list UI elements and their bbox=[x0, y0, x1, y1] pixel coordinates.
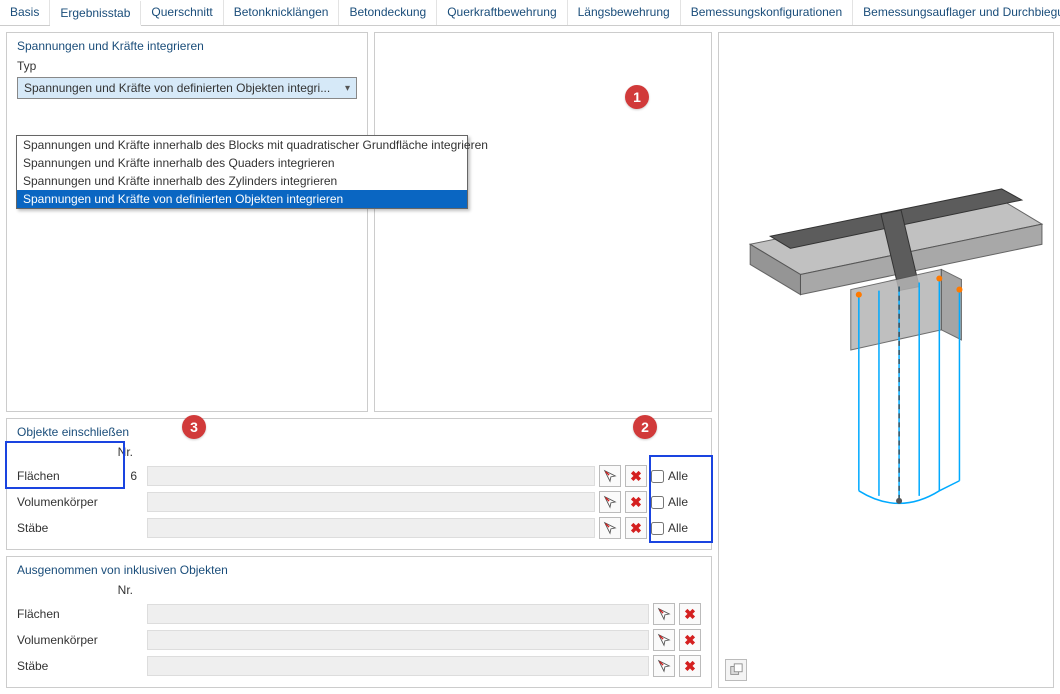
tab-querkraftbewehrung[interactable]: Querkraftbewehrung bbox=[437, 0, 567, 25]
badge-2: 2 bbox=[633, 415, 657, 439]
value-flaechen-nr: 6 bbox=[113, 469, 143, 483]
tab-bar: Basis Ergebnisstab Querschnitt Betonknic… bbox=[0, 0, 1060, 26]
tab-betonknicklaengen[interactable]: Betonknicklängen bbox=[224, 0, 340, 25]
col-header-nr-ex: Nr. bbox=[109, 583, 139, 597]
clear-volumen-button[interactable]: ✖ bbox=[625, 491, 647, 513]
row-exclude-flaechen: Flächen ✖ bbox=[17, 601, 701, 627]
label-alle-volumen: Alle bbox=[668, 495, 688, 509]
label-ex-volumen: Volumenkörper bbox=[17, 633, 109, 647]
pick-volumen-button[interactable] bbox=[599, 491, 621, 513]
pick-ex-flaechen-button[interactable] bbox=[653, 603, 675, 625]
dropdown-typ[interactable]: Spannungen und Kräfte von definierten Ob… bbox=[17, 77, 357, 99]
tab-querschnitt[interactable]: Querschnitt bbox=[141, 0, 223, 25]
panel-include-title: Objekte einschließen bbox=[17, 425, 701, 439]
tab-ergebnisstab[interactable]: Ergebnisstab bbox=[50, 1, 141, 26]
row-exclude-volumen: Volumenkörper ✖ bbox=[17, 627, 701, 653]
panel-integrate-title: Spannungen und Kräfte integrieren bbox=[17, 39, 357, 53]
label-flaechen: Flächen bbox=[17, 469, 109, 483]
pick-staebe-button[interactable] bbox=[599, 517, 621, 539]
clear-flaechen-button[interactable]: ✖ bbox=[625, 465, 647, 487]
label-ex-flaechen: Flächen bbox=[17, 607, 109, 621]
pick-flaechen-button[interactable] bbox=[599, 465, 621, 487]
label-alle-staebe: Alle bbox=[668, 521, 688, 535]
clear-ex-staebe-button[interactable]: ✖ bbox=[679, 655, 701, 677]
tab-basis[interactable]: Basis bbox=[0, 0, 50, 25]
panel-integrate: Spannungen und Kräfte integrieren Typ Sp… bbox=[6, 32, 368, 412]
view-settings-button[interactable] bbox=[725, 659, 747, 681]
tbeam-3d-icon bbox=[719, 33, 1053, 687]
label-ex-staebe: Stäbe bbox=[17, 659, 109, 673]
dropdown-option-1[interactable]: Spannungen und Kräfte innerhalb des Quad… bbox=[17, 154, 467, 172]
input-volumen[interactable] bbox=[147, 492, 595, 512]
checkbox-staebe-alle[interactable] bbox=[651, 522, 664, 535]
clear-ex-flaechen-button[interactable]: ✖ bbox=[679, 603, 701, 625]
tab-laengsbewehrung[interactable]: Längsbewehrung bbox=[568, 0, 681, 25]
label-staebe: Stäbe bbox=[17, 521, 109, 535]
clear-staebe-button[interactable]: ✖ bbox=[625, 517, 647, 539]
col-header-nr: Nr. bbox=[109, 445, 139, 459]
row-include-flaechen: Flächen 6 ✖ Alle bbox=[17, 463, 701, 489]
input-ex-staebe[interactable] bbox=[147, 656, 649, 676]
row-include-volumen: Volumenkörper ✖ Alle bbox=[17, 489, 701, 515]
gear-icon bbox=[729, 663, 743, 677]
tab-bemessungsauflager[interactable]: Bemessungsauflager und Durchbiegung bbox=[853, 0, 1060, 25]
dropdown-typ-selected: Spannungen und Kräfte von definierten Ob… bbox=[24, 81, 345, 95]
clear-ex-volumen-button[interactable]: ✖ bbox=[679, 629, 701, 651]
dropdown-option-2[interactable]: Spannungen und Kräfte innerhalb des Zyli… bbox=[17, 172, 467, 190]
chevron-down-icon: ▾ bbox=[345, 83, 350, 94]
label-typ: Typ bbox=[17, 59, 357, 73]
pick-ex-staebe-button[interactable] bbox=[653, 655, 675, 677]
input-ex-volumen[interactable] bbox=[147, 630, 649, 650]
panel-include: Objekte einschließen 3 2 Nr. Flächen 6 ✖ bbox=[6, 418, 712, 550]
panel-preview-empty: 1 bbox=[374, 32, 712, 412]
checkbox-volumen-alle[interactable] bbox=[651, 496, 664, 509]
dropdown-option-3[interactable]: Spannungen und Kräfte von definierten Ob… bbox=[17, 190, 467, 208]
checkbox-flaechen-alle[interactable] bbox=[651, 470, 664, 483]
pick-ex-volumen-button[interactable] bbox=[653, 629, 675, 651]
label-alle-flaechen: Alle bbox=[668, 469, 688, 483]
panel-exclude: Ausgenommen von inklusiven Objekten Nr. … bbox=[6, 556, 712, 688]
input-staebe[interactable] bbox=[147, 518, 595, 538]
tab-bemessungskonfigurationen[interactable]: Bemessungskonfigurationen bbox=[681, 0, 853, 25]
row-include-staebe: Stäbe ✖ Alle bbox=[17, 515, 701, 541]
input-ex-flaechen[interactable] bbox=[147, 604, 649, 624]
label-volumen: Volumenkörper bbox=[17, 495, 109, 509]
tab-betondeckung[interactable]: Betondeckung bbox=[339, 0, 437, 25]
input-flaechen[interactable] bbox=[147, 466, 595, 486]
badge-1: 1 bbox=[625, 85, 649, 109]
panel-3d-preview[interactable] bbox=[718, 32, 1054, 688]
badge-3: 3 bbox=[182, 415, 206, 439]
dropdown-option-0[interactable]: Spannungen und Kräfte innerhalb des Bloc… bbox=[17, 136, 467, 154]
panel-exclude-title: Ausgenommen von inklusiven Objekten bbox=[17, 563, 701, 577]
dropdown-typ-list: Spannungen und Kräfte innerhalb des Bloc… bbox=[16, 135, 468, 209]
row-exclude-staebe: Stäbe ✖ bbox=[17, 653, 701, 679]
